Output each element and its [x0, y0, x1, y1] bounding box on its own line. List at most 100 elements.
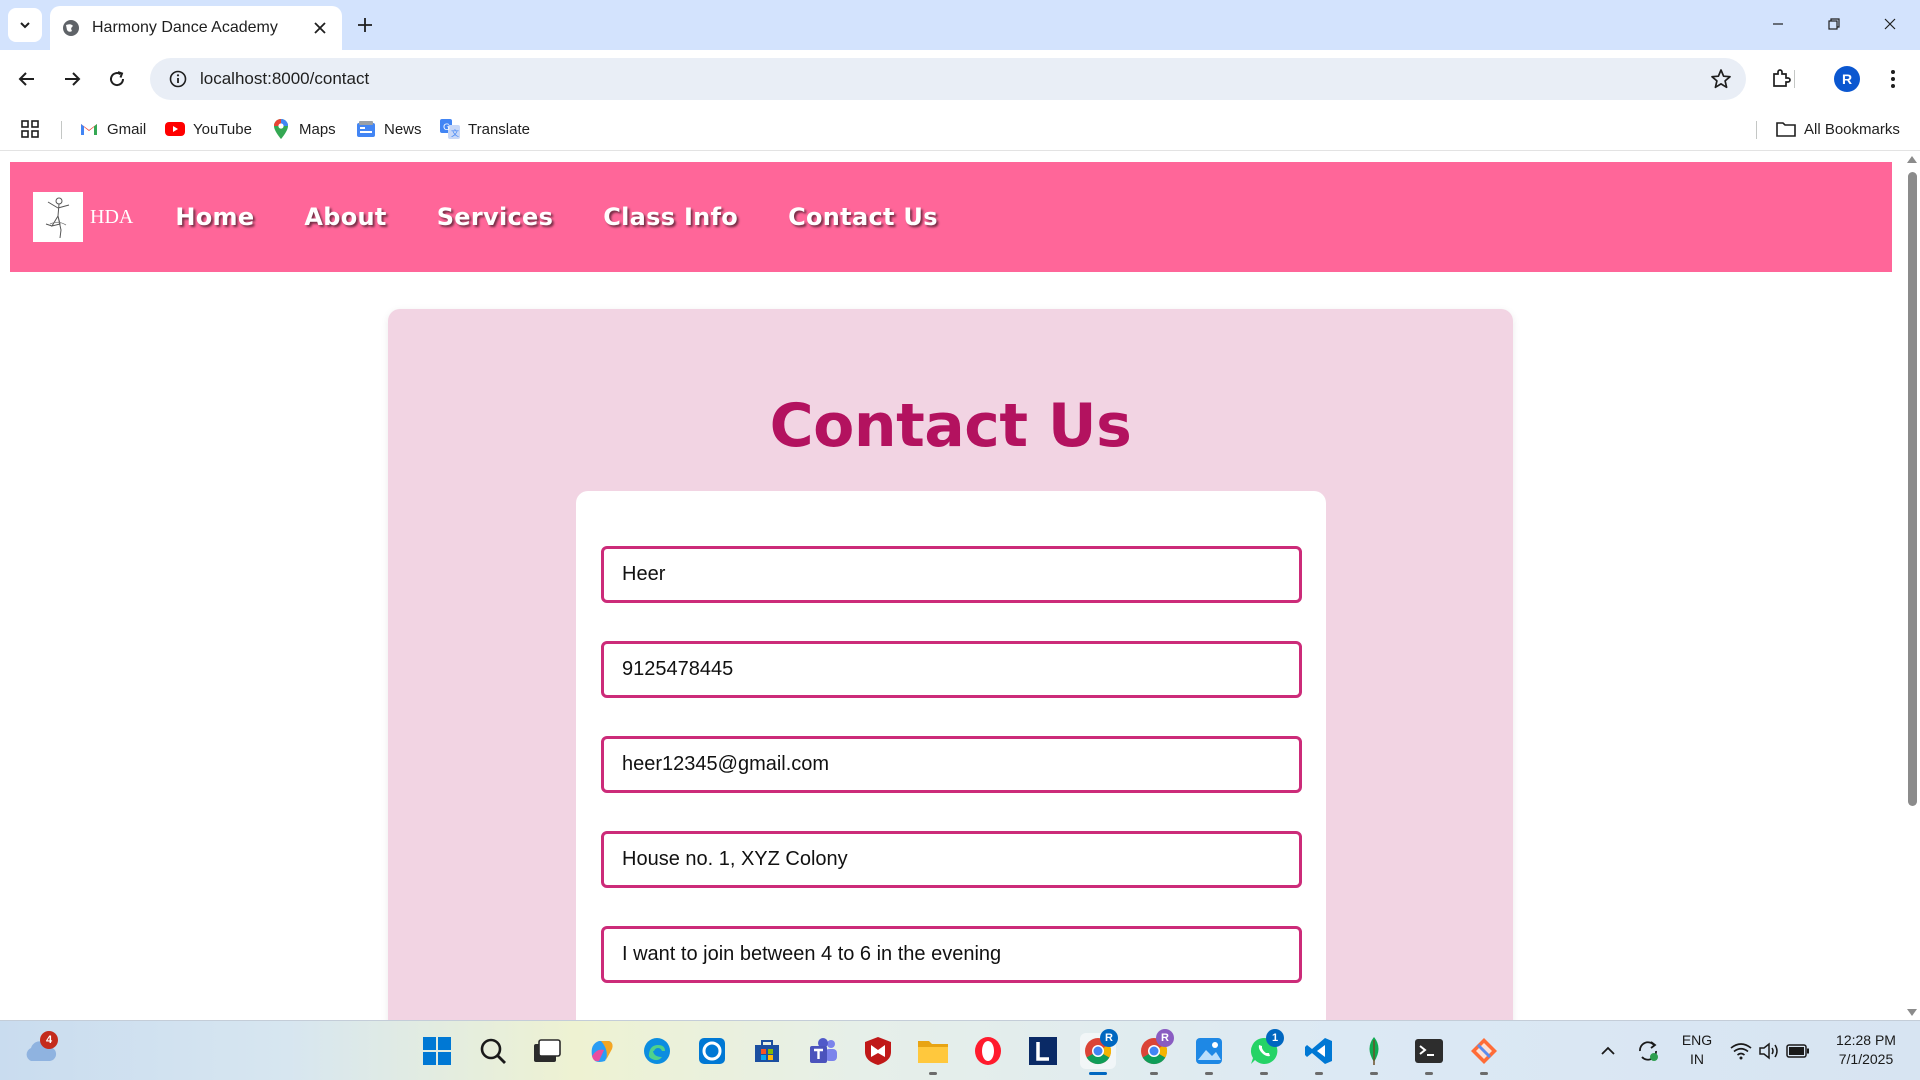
- page-title: Contact Us: [769, 391, 1132, 461]
- close-tab-icon[interactable]: [310, 18, 330, 38]
- nav-class-info[interactable]: Class Info: [603, 203, 738, 231]
- sync-icon: [1639, 1041, 1658, 1061]
- close-icon: [1884, 18, 1896, 30]
- page-viewport: HDA Home About Services Class Info Conta…: [0, 152, 1904, 1020]
- site-logo-text[interactable]: HDA: [90, 206, 133, 229]
- tab-title: Harmony Dance Academy: [92, 19, 278, 36]
- diamond-icon: [1471, 1038, 1497, 1064]
- search-button[interactable]: [475, 1033, 511, 1069]
- edge-app[interactable]: [639, 1033, 675, 1069]
- profile-button[interactable]: R: [1830, 62, 1864, 96]
- search-icon: [480, 1038, 506, 1064]
- bookmark-gmail[interactable]: Gmail: [79, 117, 146, 141]
- letter-l-icon: [1029, 1037, 1057, 1065]
- scroll-up-icon[interactable]: [1907, 156, 1917, 163]
- email-field[interactable]: heer12345@gmail.com: [601, 736, 1302, 793]
- opera-icon: [975, 1037, 1001, 1065]
- nav-contact-us[interactable]: Contact Us: [788, 203, 938, 231]
- edge-icon: [644, 1038, 670, 1064]
- volume-icon: [1759, 1042, 1778, 1060]
- copilot-icon: [591, 1041, 613, 1062]
- windows-taskbar: 4 R R 1 ENG IN 12:28 PM 7/1/2025: [0, 1020, 1920, 1080]
- bookmark-label: Gmail: [107, 120, 147, 138]
- close-window-button[interactable]: [1866, 8, 1914, 40]
- youtube-icon: [165, 119, 185, 139]
- task-view-icon: [534, 1039, 561, 1062]
- restore-button[interactable]: [1810, 8, 1858, 40]
- weather-badge: 4: [40, 1031, 58, 1049]
- mcafee-app[interactable]: [860, 1033, 896, 1069]
- reload-icon: [110, 71, 125, 87]
- puzzle-icon: [1773, 69, 1791, 87]
- copilot-app[interactable]: [584, 1033, 620, 1069]
- nav-home[interactable]: Home: [175, 203, 254, 231]
- quick-settings-button[interactable]: [1725, 1033, 1815, 1069]
- forward-button[interactable]: [55, 62, 89, 96]
- address-bar[interactable]: localhost:8000/contact: [150, 58, 1746, 100]
- mongodb-app[interactable]: [1356, 1033, 1392, 1069]
- plus-icon: [358, 18, 372, 32]
- nav-services[interactable]: Services: [437, 203, 553, 231]
- bookmark-label: News: [384, 120, 422, 138]
- l-app[interactable]: [1025, 1033, 1061, 1069]
- all-bookmarks-button[interactable]: All Bookmarks: [1776, 117, 1900, 141]
- all-bookmarks-label: All Bookmarks: [1804, 120, 1900, 138]
- site-navbar: HDA Home About Services Class Info Conta…: [10, 162, 1892, 272]
- store-app[interactable]: [749, 1033, 785, 1069]
- store-icon: [755, 1040, 779, 1062]
- name-field[interactable]: Heer: [601, 546, 1302, 603]
- terminal-app[interactable]: [1411, 1033, 1447, 1069]
- phone-field[interactable]: 9125478445: [601, 641, 1302, 698]
- vscode-app[interactable]: [1301, 1033, 1337, 1069]
- nav-about[interactable]: About: [304, 203, 386, 231]
- new-tab-button[interactable]: [352, 12, 378, 38]
- tab-strip: Harmony Dance Academy: [0, 0, 1920, 50]
- task-view-button[interactable]: [529, 1033, 565, 1069]
- file-explorer-app[interactable]: [915, 1033, 951, 1069]
- reload-button[interactable]: [100, 62, 134, 96]
- bookmark-maps[interactable]: Maps: [271, 117, 336, 141]
- scroll-down-icon[interactable]: [1907, 1009, 1917, 1016]
- bookmarks-bar: Gmail YouTube Maps News G文 Translate All…: [0, 107, 1920, 151]
- bookmark-translate[interactable]: G文 Translate: [440, 117, 530, 141]
- address-field[interactable]: House no. 1, XYZ Colony: [601, 831, 1302, 888]
- region-label: IN: [1690, 1051, 1704, 1067]
- extensions-button[interactable]: [1764, 62, 1798, 96]
- chrome-menu-button[interactable]: [1876, 62, 1910, 96]
- photos-app[interactable]: [1191, 1033, 1227, 1069]
- translate-icon: G文: [440, 119, 460, 139]
- clock[interactable]: 12:28 PM 7/1/2025: [1824, 1031, 1908, 1069]
- camera-lens-icon: [699, 1038, 725, 1064]
- sync-tray-button[interactable]: [1630, 1033, 1666, 1069]
- minimize-button[interactable]: [1754, 8, 1802, 40]
- vscode-icon: [1305, 1038, 1332, 1064]
- avatar: R: [1834, 66, 1860, 92]
- language-indicator[interactable]: ENG IN: [1678, 1031, 1716, 1069]
- apps-button[interactable]: [20, 117, 40, 141]
- start-button[interactable]: [419, 1033, 455, 1069]
- news-icon: [356, 119, 376, 139]
- photos-icon: [1196, 1038, 1222, 1064]
- camera-app[interactable]: [694, 1033, 730, 1069]
- dancer-logo-icon[interactable]: [33, 192, 83, 242]
- tab-search-button[interactable]: [8, 8, 42, 42]
- svg-text:G: G: [443, 123, 450, 133]
- maps-icon: [271, 119, 291, 139]
- teams-app[interactable]: [805, 1033, 841, 1069]
- message-field[interactable]: I want to join between 4 to 6 in the eve…: [601, 926, 1302, 983]
- apps-grid-icon: [21, 120, 39, 138]
- page-scrollbar[interactable]: [1904, 152, 1920, 1020]
- bookmark-news[interactable]: News: [356, 117, 422, 141]
- clock-date: 7/1/2025: [1838, 1051, 1894, 1067]
- scrollbar-thumb[interactable]: [1908, 172, 1917, 806]
- language-label: ENG: [1681, 1032, 1713, 1048]
- back-button[interactable]: [10, 62, 44, 96]
- bookmark-star-icon[interactable]: [1710, 68, 1732, 95]
- bookmark-youtube[interactable]: YouTube: [165, 117, 252, 141]
- site-info-icon[interactable]: [156, 58, 200, 100]
- show-hidden-icons-button[interactable]: [1590, 1033, 1626, 1069]
- whatsapp-badge: 1: [1266, 1029, 1284, 1047]
- browser-tab[interactable]: Harmony Dance Academy: [50, 6, 342, 50]
- opera-app[interactable]: [970, 1033, 1006, 1069]
- dev-tool-app[interactable]: [1466, 1033, 1502, 1069]
